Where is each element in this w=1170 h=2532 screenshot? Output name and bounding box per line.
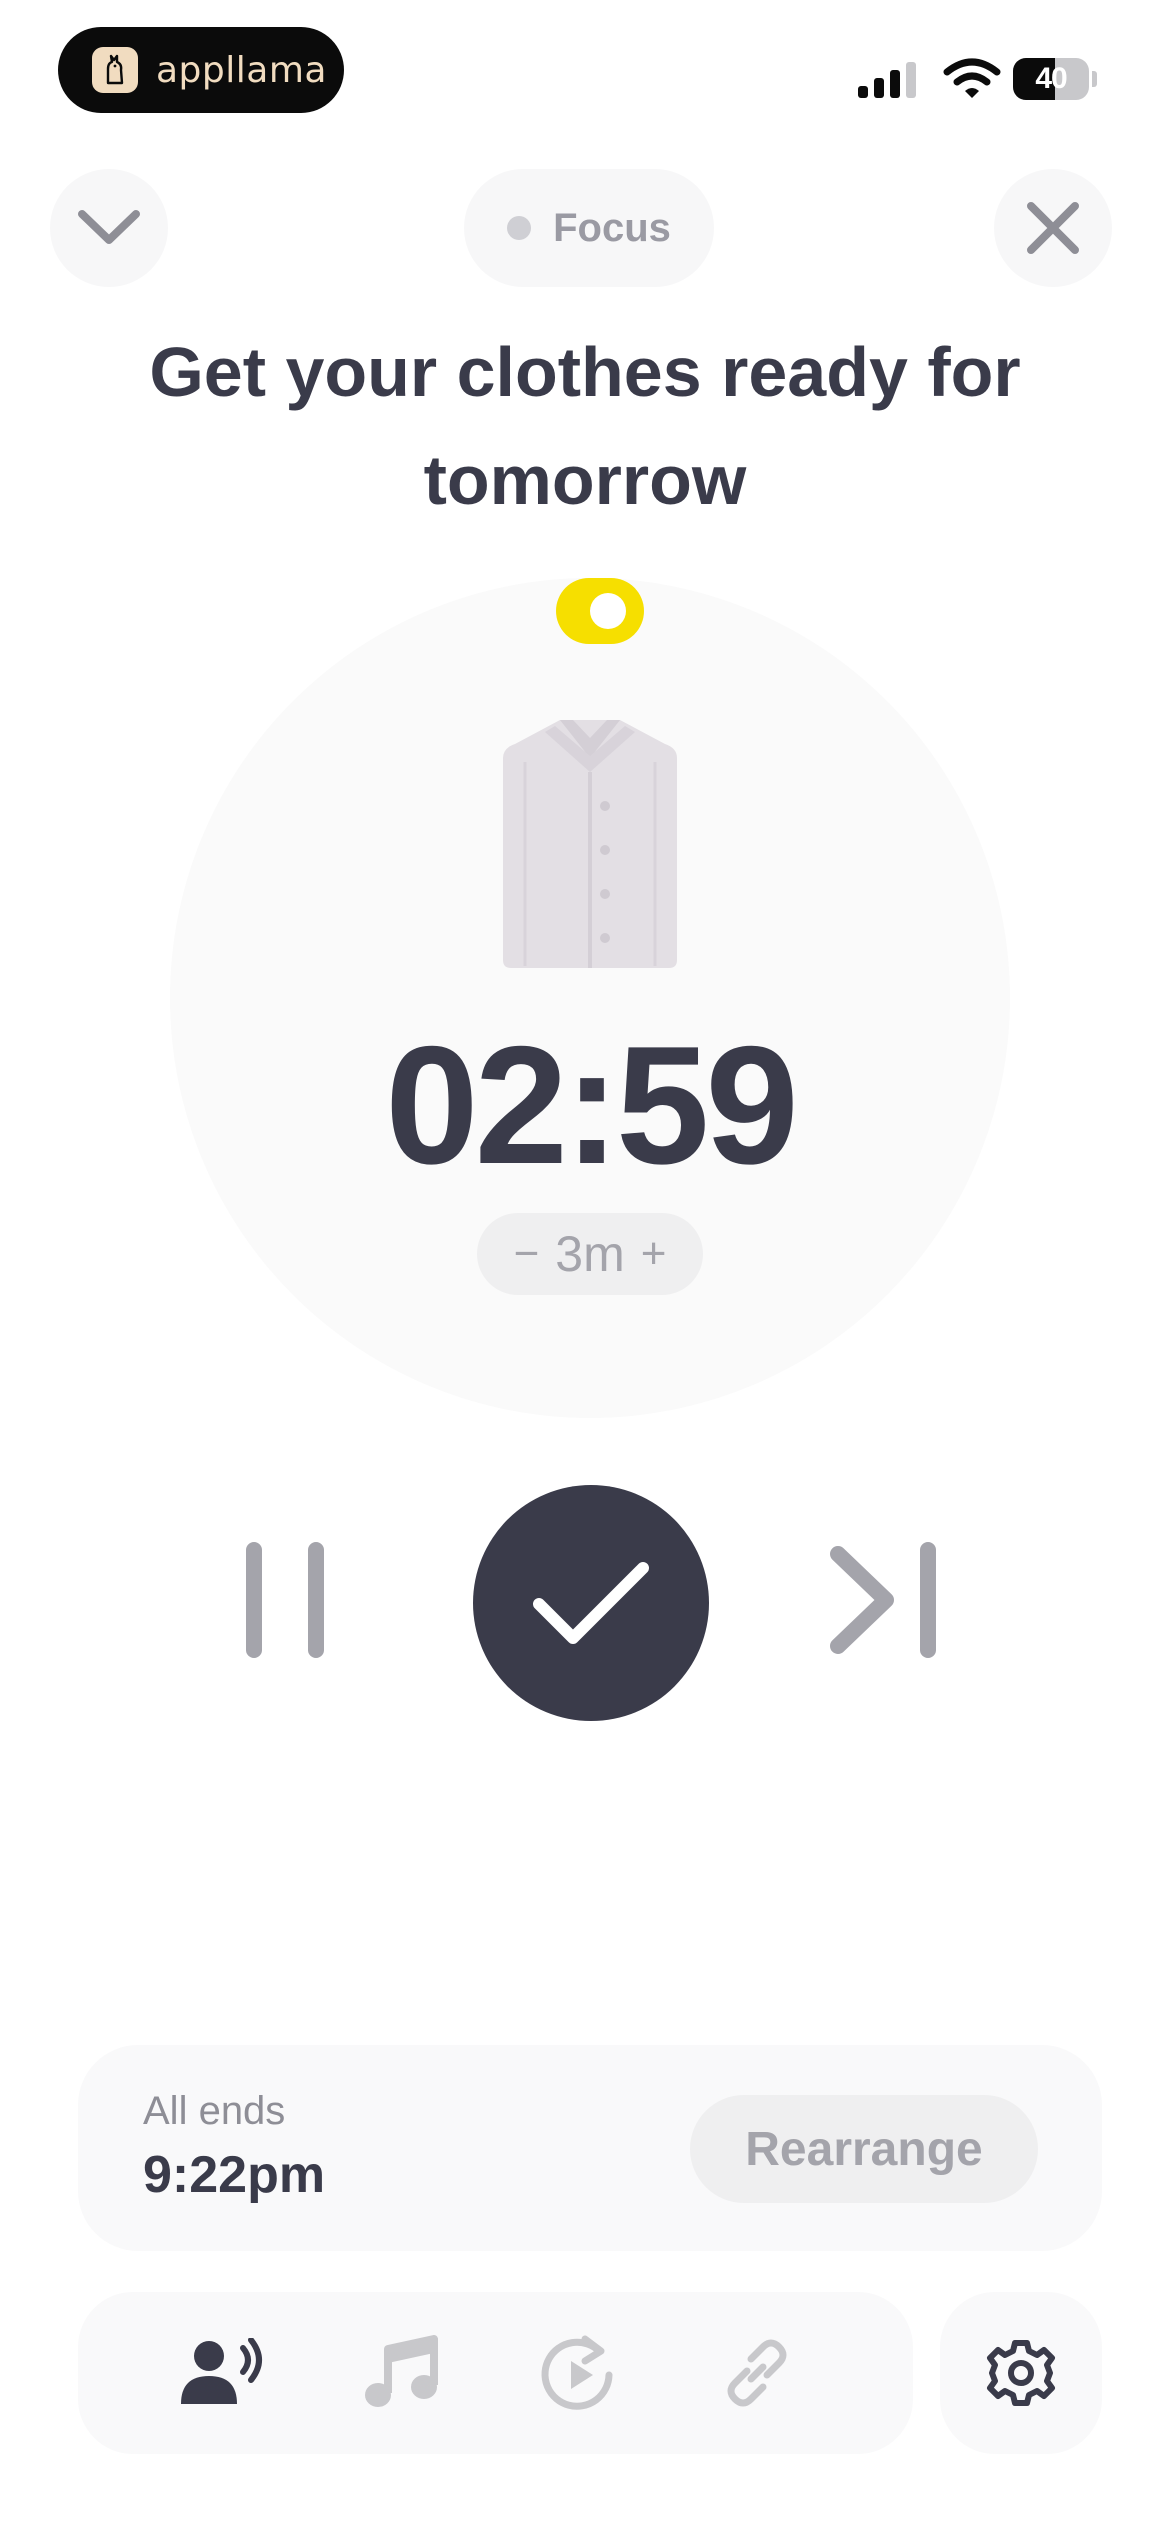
focus-dot-icon [507, 216, 532, 240]
close-button[interactable] [994, 169, 1112, 287]
focus-label: Focus [553, 205, 671, 250]
repeat-button[interactable] [534, 2328, 624, 2418]
repeat-icon [541, 2335, 613, 2410]
schedule-card: All ends 9:22pm Rearrange [78, 2045, 1102, 2251]
battery-indicator: 40 [1013, 58, 1097, 100]
system-status: 40 [858, 54, 1098, 104]
gear-icon [987, 2340, 1055, 2406]
task-title: Get your clothes ready for tomorrow [149, 333, 1021, 519]
wifi-icon [943, 58, 1001, 98]
pause-icon[interactable] [240, 1540, 340, 1660]
complete-task-button[interactable] [473, 1485, 709, 1721]
voice-icon [181, 2338, 262, 2404]
bottom-toolbar [78, 2292, 913, 2454]
music-icon [365, 2335, 438, 2407]
increase-duration-button[interactable]: + [625, 1229, 683, 1279]
timer-progress-handle[interactable] [556, 578, 644, 644]
chevron-down-icon [78, 210, 140, 244]
collapse-button[interactable] [50, 169, 168, 287]
music-button[interactable] [356, 2328, 446, 2418]
battery-level: 40 [1035, 62, 1067, 95]
voice-button[interactable] [178, 2328, 268, 2418]
ends-time: 9:22pm [143, 2146, 326, 2204]
rearrange-button[interactable]: Rearrange [690, 2095, 1038, 2203]
brand-badge[interactable]: appllama [58, 27, 344, 113]
close-icon [1027, 202, 1079, 254]
duration-value: 3m [555, 1226, 625, 1282]
skip-next-icon[interactable] [830, 1540, 950, 1660]
link-icon [727, 2339, 787, 2407]
focus-mode-pill[interactable]: Focus [464, 169, 714, 287]
brand-name: appllama [156, 49, 327, 91]
time-remaining: 02:59 [385, 1011, 799, 1199]
check-icon [533, 1562, 649, 1644]
shirt-icon [503, 720, 677, 968]
decrease-duration-button[interactable]: − [498, 1229, 556, 1279]
llama-logo-icon [92, 47, 138, 93]
duration-adjuster: − 3m + [477, 1213, 703, 1295]
settings-button[interactable] [940, 2292, 1102, 2454]
signal-icon [858, 62, 916, 98]
link-button[interactable] [712, 2328, 802, 2418]
ends-label: All ends [143, 2089, 286, 2133]
